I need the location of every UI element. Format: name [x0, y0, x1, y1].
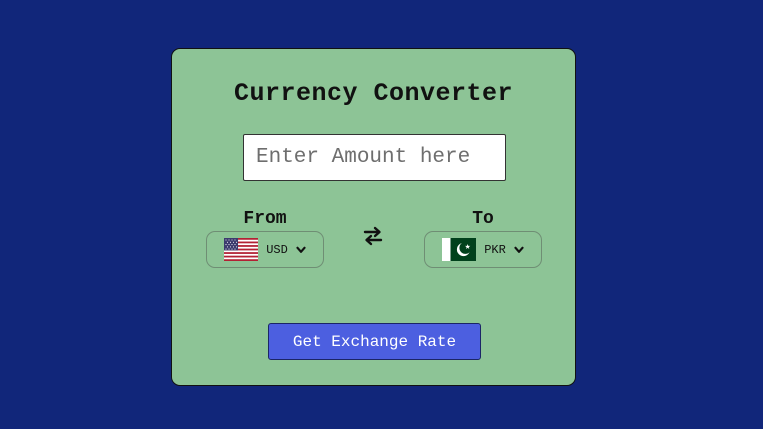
- to-currency-select[interactable]: PKR: [424, 231, 542, 268]
- amount-input[interactable]: [243, 134, 506, 181]
- chevron-down-icon: [514, 246, 524, 253]
- app-title: Currency Converter: [233, 79, 514, 108]
- to-currency-code: PKR: [484, 242, 506, 257]
- from-label: From: [243, 209, 287, 229]
- from-currency-code: USD: [266, 242, 288, 257]
- pk-flag-icon: [442, 238, 477, 261]
- converter-card: Currency Converter From USD: [171, 48, 576, 386]
- us-flag-icon: [224, 238, 259, 261]
- chevron-down-icon: [296, 246, 306, 253]
- swap-button[interactable]: [360, 223, 386, 249]
- to-label: To: [472, 209, 494, 229]
- swap-arrows-icon: [363, 226, 383, 246]
- get-exchange-rate-button[interactable]: Get Exchange Rate: [268, 323, 481, 360]
- from-currency-select[interactable]: USD: [206, 231, 324, 268]
